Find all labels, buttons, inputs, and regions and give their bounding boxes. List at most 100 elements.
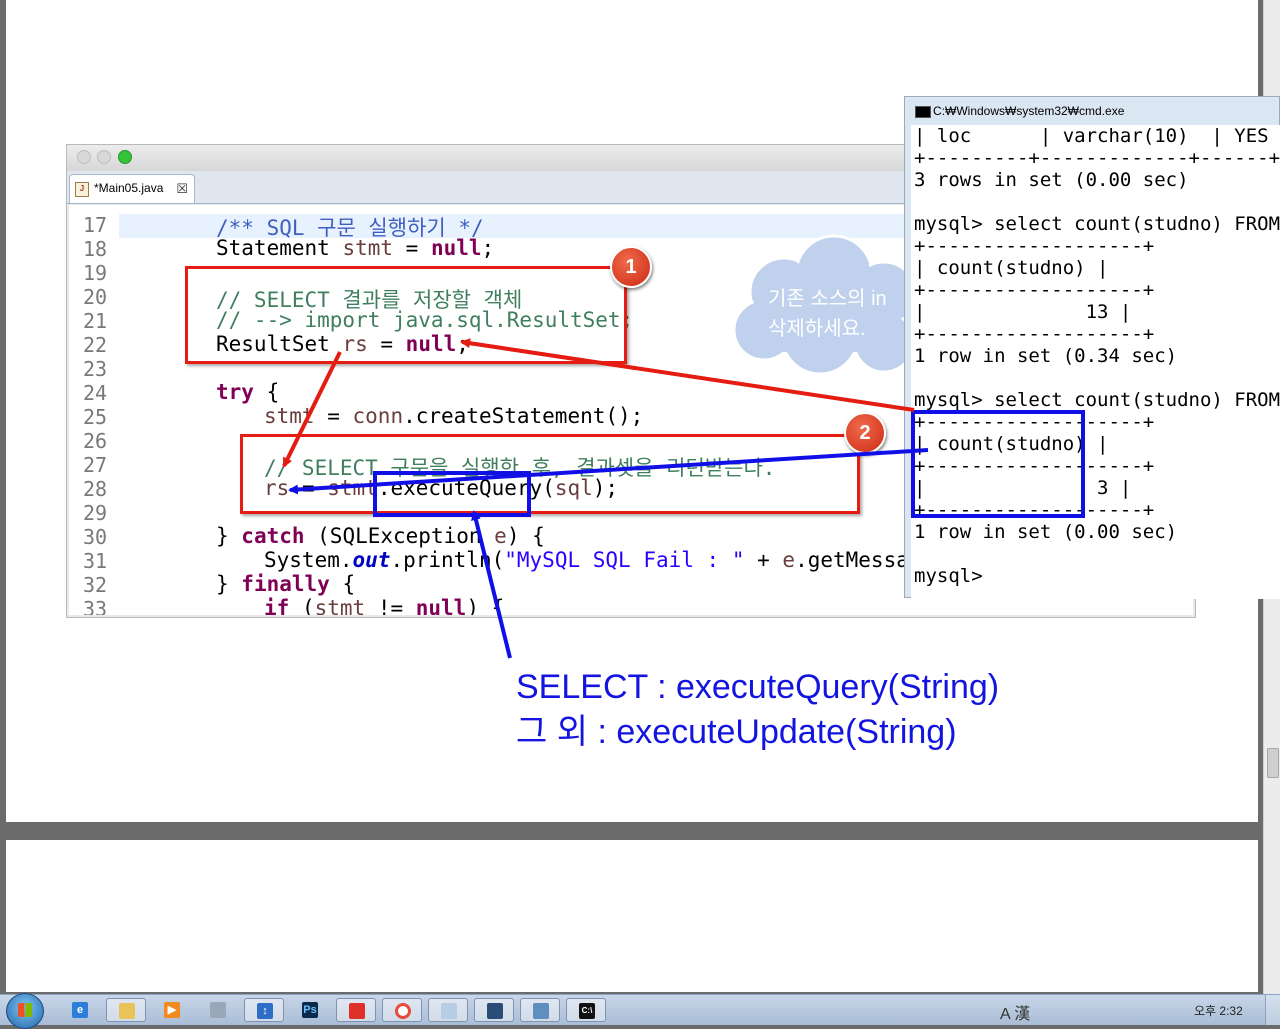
cloud-text-line2: 삭제하세요.	[768, 318, 866, 340]
cmd-line: +-------------------+	[914, 235, 1155, 257]
code-line-32: } finally {	[216, 572, 355, 596]
code-token: conn	[352, 404, 404, 428]
step-badge-2: 2	[844, 412, 886, 454]
line-number: 23	[83, 357, 108, 381]
cmd-line: 1 row in set (0.34 sec)	[914, 345, 1178, 367]
close-dot-icon[interactable]	[77, 150, 91, 164]
code-line-31: System.out.println("MySQL SQL Fail : " +…	[264, 548, 947, 572]
cmd-line: | loc | varchar(10) | YES |	[914, 125, 1269, 147]
media-player-icon: ▶	[164, 1002, 180, 1018]
taskbar-explorer[interactable]	[106, 998, 146, 1022]
cmd-line: +-------------------+	[914, 323, 1155, 345]
taskbar: e ▶ ↕ Ps C:\ A 漢 오후 2:32	[0, 993, 1280, 1029]
calculator-icon	[210, 1002, 226, 1018]
code-token: !=	[365, 596, 416, 615]
line-number: 20	[83, 285, 108, 309]
line-number: 32	[83, 573, 108, 597]
taskbar-chrome[interactable]	[382, 998, 422, 1022]
code-token: finally	[241, 572, 330, 596]
folder-icon	[119, 1003, 135, 1019]
code-token: +	[744, 548, 783, 572]
line-number: 30	[83, 525, 108, 549]
cmd-line: mysql> select count(studno) FROM stud	[914, 213, 1280, 235]
code-token: try	[216, 380, 254, 404]
tab-main05-java[interactable]: J *Main05.java ☒	[69, 174, 195, 203]
cmd-output[interactable]: | loc | varchar(10) | YES | +---------+-…	[911, 125, 1280, 599]
line-number: 18	[83, 237, 108, 261]
line-number: 28	[83, 477, 108, 501]
code-token: Statement	[216, 236, 343, 260]
taskbar-ie[interactable]: e	[60, 998, 100, 1022]
taskbar-media[interactable]: ▶	[152, 998, 192, 1022]
code-token: if	[264, 596, 290, 615]
minimize-dot-icon[interactable]	[97, 150, 111, 164]
cloud-text-line1: 기존 소스의 in	[768, 288, 887, 310]
cmd-icon	[915, 106, 931, 118]
scrollbar-thumb[interactable]	[1267, 748, 1279, 778]
cmd-line: +-------------------+	[914, 279, 1155, 301]
code-token: =	[393, 236, 431, 260]
code-token: null	[415, 596, 467, 615]
note-other: 그 외 : executeUpdate(String)	[516, 713, 957, 751]
line-number: 17	[83, 213, 108, 237]
photoshop-icon: Ps	[302, 1002, 318, 1018]
code-token: {	[253, 380, 280, 404]
cmd-line: | count(studno) |	[914, 257, 1109, 279]
taskbar-notepad[interactable]	[428, 998, 468, 1022]
cmd-line: 3 rows in set (0.00 sec)	[914, 169, 1189, 191]
line-number: 24	[83, 381, 108, 405]
taskbar-app-red[interactable]	[336, 998, 376, 1022]
code-token: System.	[264, 548, 353, 572]
cmd-line: +---------+-------------+------+------	[914, 147, 1280, 169]
line-number: 27	[83, 453, 108, 477]
cmd-titlebar[interactable]: C:₩Windows₩system32₩cmd.exe	[905, 97, 1279, 125]
code-line-25: stmt = conn.createStatement();	[264, 404, 643, 428]
cmd-icon: C:\	[579, 1003, 595, 1019]
cmd-window: C:₩Windows₩system32₩cmd.exe | loc | varc…	[904, 96, 1280, 599]
code-token: }	[216, 572, 242, 596]
code-token: out	[352, 548, 391, 572]
notepad-icon	[441, 1003, 457, 1019]
cmd-line: mysql> select count(studno) FROM stud	[914, 389, 1280, 411]
taskbar-remote[interactable]	[520, 998, 560, 1022]
code-token: .createStatement();	[403, 404, 644, 428]
code-token: e	[782, 548, 796, 572]
code-token: .println(	[390, 548, 505, 572]
remote-desktop-icon	[533, 1003, 549, 1019]
taskbar-app-blue[interactable]: ↕	[244, 998, 284, 1022]
note-select: SELECT : executeQuery(String)	[516, 668, 1000, 706]
code-line-24: try {	[216, 380, 279, 404]
show-desktop-button[interactable]	[1265, 995, 1280, 1025]
line-number: 33	[83, 597, 108, 615]
code-line-18: Statement stmt = null;	[216, 236, 494, 260]
line-number: 21	[83, 309, 108, 333]
clock[interactable]: 오후 2:32	[1194, 1002, 1243, 1019]
code-token: stmt	[314, 596, 366, 615]
cmd-line: 1 row in set (0.00 sec)	[914, 521, 1178, 543]
highlight-box-resultset	[185, 266, 627, 364]
highlight-box-method	[373, 471, 531, 517]
tab-close-icon[interactable]: ☒	[176, 175, 188, 202]
code-token: stmt	[342, 236, 394, 260]
code-token: ) {	[466, 596, 505, 615]
code-token: catch	[241, 524, 305, 548]
maximize-dot-icon[interactable]	[118, 150, 132, 164]
windows-logo-icon	[18, 1003, 32, 1017]
document-page-next	[6, 840, 1258, 992]
taskbar-photoshop[interactable]: Ps	[290, 998, 330, 1022]
taskbar-calculator[interactable]	[198, 998, 238, 1022]
line-number: 25	[83, 405, 108, 429]
code-token: stmt	[264, 404, 315, 428]
ie-icon: e	[72, 1002, 88, 1018]
cmd-line: mysql>	[914, 565, 983, 587]
code-token: null	[430, 236, 482, 260]
ime-icon[interactable]: A 漢	[1000, 1006, 1030, 1023]
tab-label: *Main05.java	[94, 181, 164, 195]
line-number: 26	[83, 429, 108, 453]
taskbar-cmd[interactable]: C:\	[566, 998, 606, 1022]
code-token: {	[329, 572, 356, 596]
code-line-33: if (stmt != null) {	[264, 596, 504, 615]
cmd-line: | 13 |	[914, 301, 1132, 323]
code-token: (	[289, 596, 315, 615]
taskbar-app-dark[interactable]	[474, 998, 514, 1022]
